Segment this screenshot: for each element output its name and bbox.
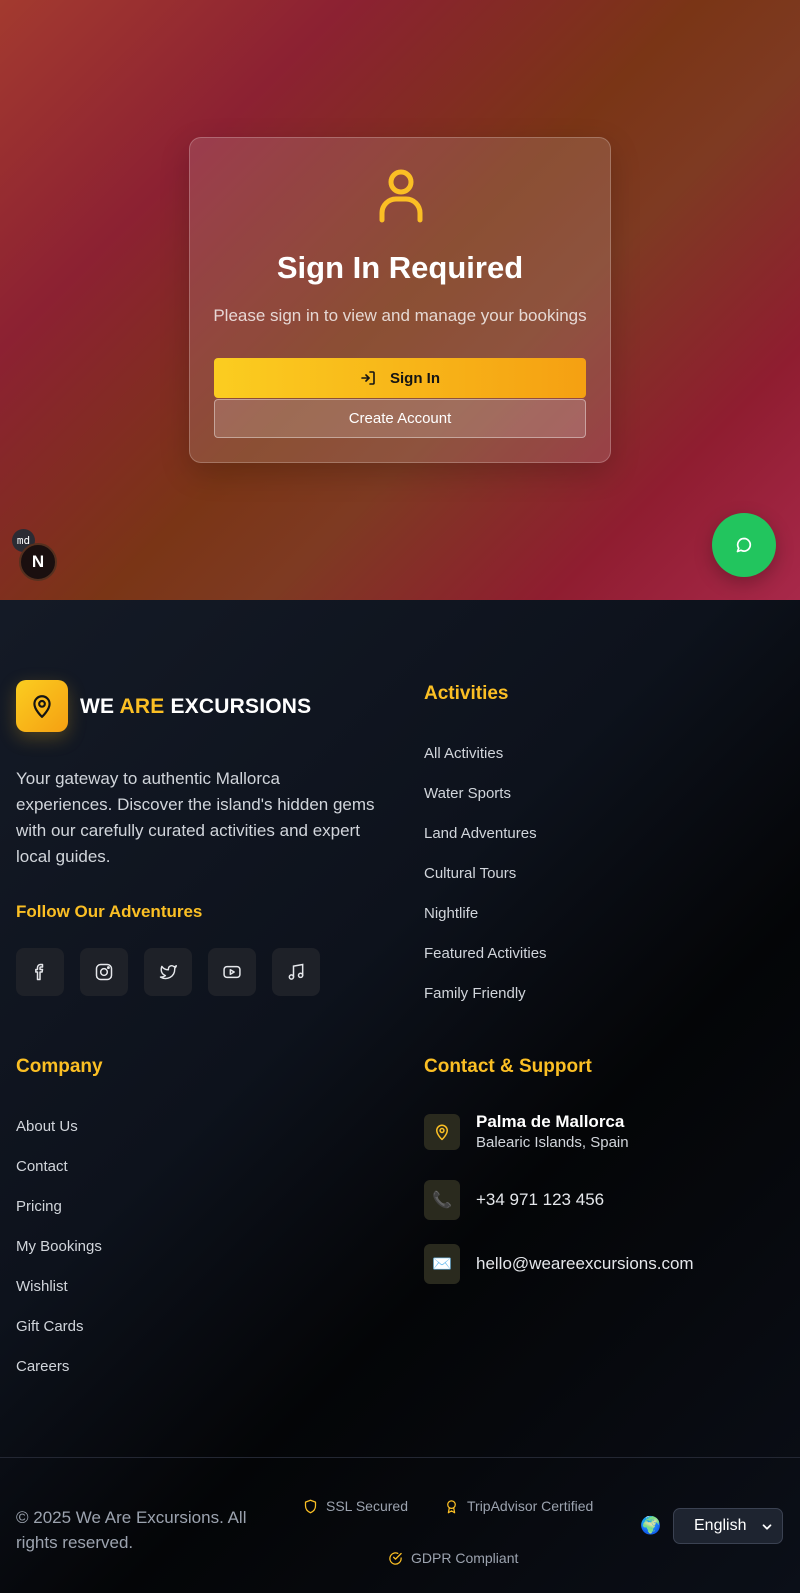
globe-icon: 🌍 [640, 1516, 662, 1535]
follow-title: Follow Our Adventures [16, 902, 203, 921]
language-value: English [694, 1517, 747, 1534]
activities-link-water-sports[interactable]: Water Sports [424, 784, 547, 824]
activities-link-family-friendly[interactable]: Family Friendly [424, 984, 547, 1024]
brand-part-1: WE [80, 695, 120, 718]
activities-link-land-adventures[interactable]: Land Adventures [424, 824, 547, 864]
company-link-wishlist[interactable]: Wishlist [16, 1277, 102, 1317]
gdpr-label: GDPR Compliant [411, 1550, 519, 1566]
nextjs-dev-indicator[interactable]: N [19, 543, 57, 581]
brand-part-2: ARE [119, 695, 165, 718]
company-link-about[interactable]: About Us [16, 1117, 102, 1157]
instagram-icon [95, 963, 113, 981]
twitter-link[interactable] [144, 948, 192, 996]
tripadvisor-label: TripAdvisor Certified [467, 1498, 594, 1514]
instagram-link[interactable] [80, 948, 128, 996]
contact-email[interactable]: ✉️ hello@weareexcursions.com [424, 1244, 694, 1284]
language-select[interactable]: English [673, 1508, 783, 1544]
location-icon-box [424, 1113, 460, 1150]
about-text: Your gateway to authentic Mallorca exper… [16, 769, 375, 866]
company-link-careers[interactable]: Careers [16, 1357, 102, 1397]
log-in-icon [361, 371, 375, 385]
copyright-text: © 2025 We Are Excursions. All rights res… [16, 1508, 247, 1552]
ssl-badge: SSL Secured [303, 1498, 408, 1514]
page-title: Sign In Required [276, 250, 524, 285]
create-account-button[interactable]: Create Account [214, 399, 586, 438]
activities-links: All Activities Water Sports Land Adventu… [424, 744, 547, 1024]
sign-in-label: Sign In [390, 369, 440, 387]
sign-in-button[interactable]: Sign In [214, 358, 586, 398]
company-link-gift-cards[interactable]: Gift Cards [16, 1317, 102, 1357]
contact-location: Palma de Mallorca Balearic Islands, Spai… [424, 1112, 629, 1151]
logo-badge[interactable] [16, 680, 68, 732]
activities-heading: Activities [424, 683, 509, 704]
user-icon [379, 169, 423, 223]
gdpr-badge: GDPR Compliant [388, 1550, 518, 1566]
ssl-label: SSL Secured [326, 1498, 408, 1514]
footer-divider [0, 1457, 800, 1458]
envelope-icon: ✉️ [424, 1244, 460, 1284]
music-icon [288, 963, 304, 980]
site-footer: WE ARE EXCURSIONS Your gateway to authen… [0, 600, 800, 1593]
map-pin-icon [33, 695, 51, 718]
create-account-label: Create Account [348, 410, 452, 427]
chevron-down-icon [762, 1524, 772, 1530]
location-title: Palma de Mallorca [476, 1112, 625, 1131]
email-address: hello@weareexcursions.com [476, 1254, 694, 1273]
company-link-contact[interactable]: Contact [16, 1157, 102, 1197]
phone-number: +34 971 123 456 [476, 1190, 605, 1209]
sign-in-card: Sign In Required Please sign in to view … [189, 137, 611, 463]
company-heading: Company [16, 1056, 103, 1077]
location-subtitle: Balearic Islands, Spain [476, 1134, 629, 1151]
sign-in-subtitle: Please sign in to view and manage your b… [213, 306, 587, 325]
brand-name[interactable]: WE ARE EXCURSIONS [80, 695, 311, 719]
activities-link-cultural-tours[interactable]: Cultural Tours [424, 864, 547, 904]
youtube-icon [223, 965, 241, 979]
phone-icon: 📞 [424, 1180, 460, 1220]
company-links: About Us Contact Pricing My Bookings Wis… [16, 1117, 102, 1397]
activities-link-all[interactable]: All Activities [424, 744, 547, 784]
activities-link-nightlife[interactable]: Nightlife [424, 904, 547, 944]
contact-phone[interactable]: 📞 +34 971 123 456 [424, 1180, 604, 1220]
social-links [16, 948, 320, 996]
facebook-icon [35, 963, 44, 981]
hero-section: Sign In Required Please sign in to view … [0, 0, 800, 600]
chat-button[interactable] [712, 513, 776, 577]
twitter-icon [159, 965, 178, 980]
activities-link-featured[interactable]: Featured Activities [424, 944, 547, 984]
company-link-pricing[interactable]: Pricing [16, 1197, 102, 1237]
check-circle-icon [389, 1551, 402, 1565]
chat-bubble-icon [736, 537, 752, 553]
shield-icon [304, 1499, 317, 1513]
youtube-link[interactable] [208, 948, 256, 996]
facebook-link[interactable] [16, 948, 64, 996]
company-link-my-bookings[interactable]: My Bookings [16, 1237, 102, 1277]
tripadvisor-badge: TripAdvisor Certified [444, 1498, 593, 1514]
brand-part-3: EXCURSIONS [164, 695, 312, 718]
contact-heading: Contact & Support [424, 1056, 592, 1077]
music-link[interactable] [272, 948, 320, 996]
map-pin-icon [436, 1124, 448, 1140]
award-icon [447, 1499, 456, 1513]
